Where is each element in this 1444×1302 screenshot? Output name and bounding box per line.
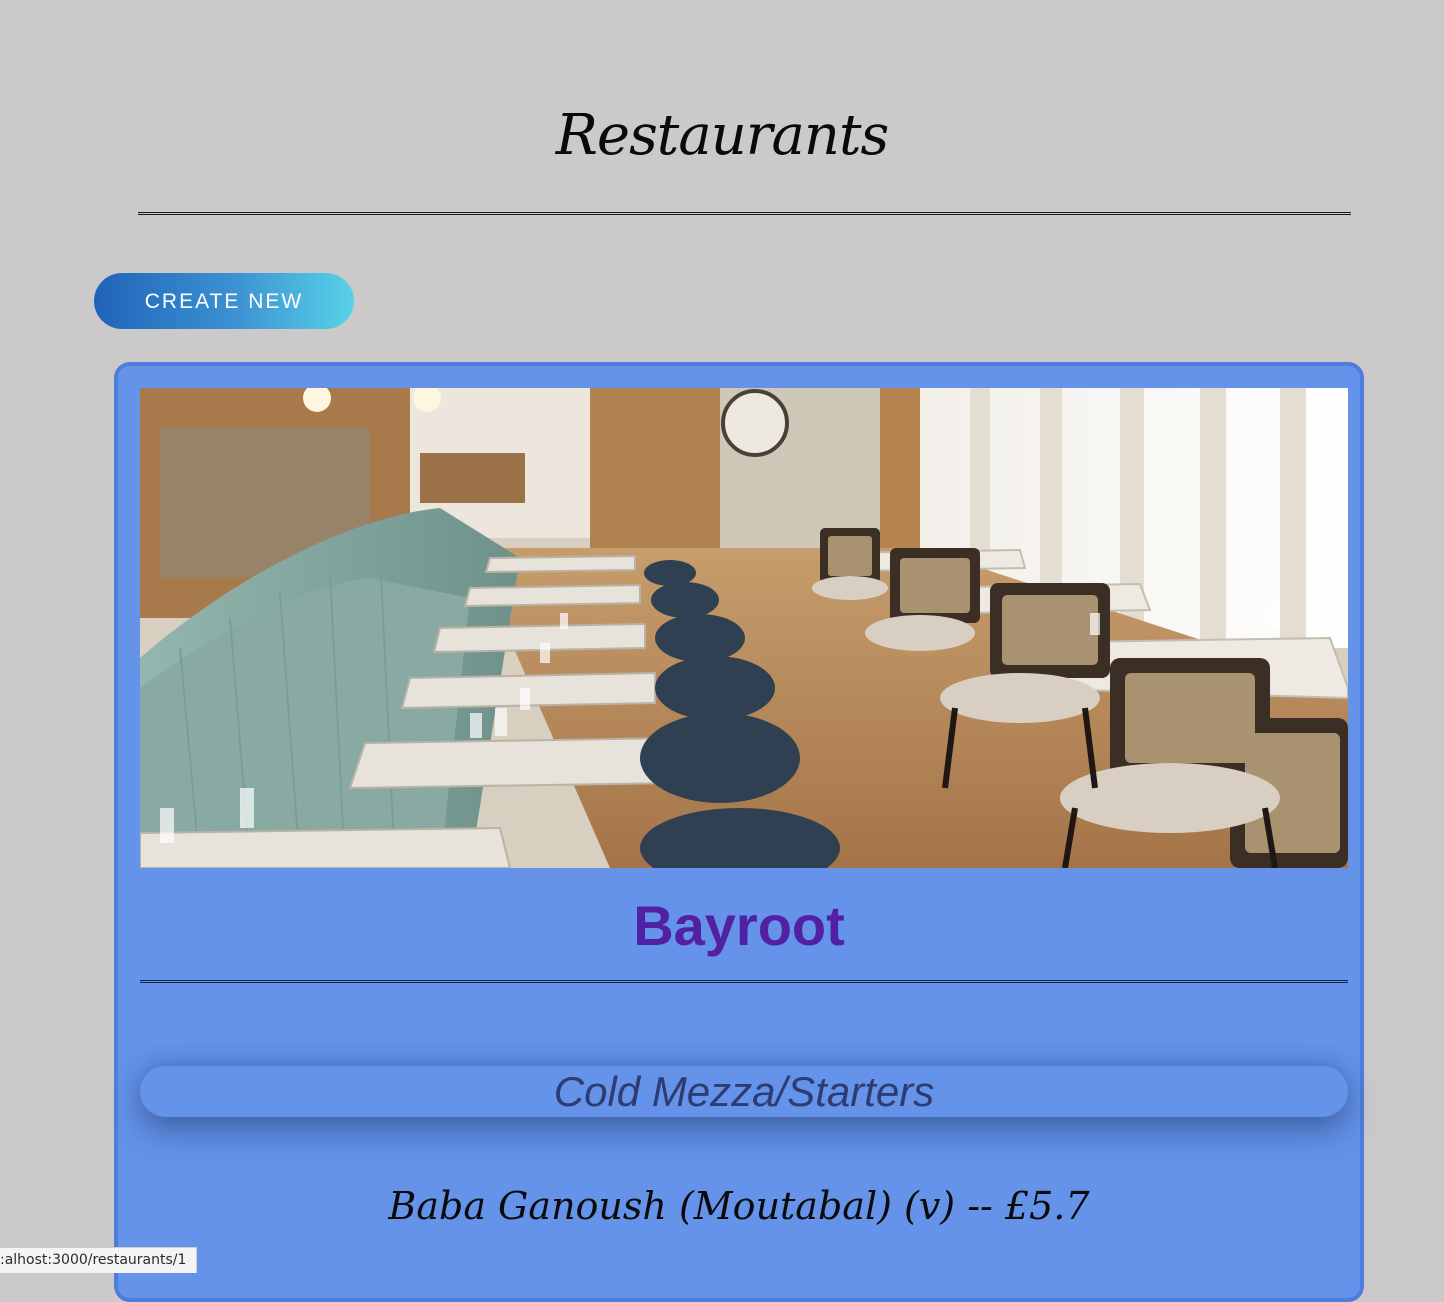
name-divider bbox=[140, 980, 1348, 983]
menu-item: Baba Ganoush (Moutabal) (v) -- £5.7 bbox=[388, 1184, 1090, 1228]
restaurant-name[interactable]: Bayroot bbox=[114, 886, 1364, 966]
create-new-button[interactable]: CREATE NEW bbox=[94, 273, 354, 329]
restaurant-photo[interactable] bbox=[140, 388, 1348, 868]
restaurant-card[interactable]: Bayroot Cold Mezza/Starters Baba Ganoush… bbox=[114, 362, 1364, 1302]
title-divider bbox=[138, 212, 1351, 215]
status-bar-url: :alhost:3000/restaurants/1 bbox=[0, 1247, 198, 1273]
menu-category-heading: Cold Mezza/Starters bbox=[140, 1066, 1348, 1117]
page-title: Restaurants bbox=[555, 103, 889, 168]
